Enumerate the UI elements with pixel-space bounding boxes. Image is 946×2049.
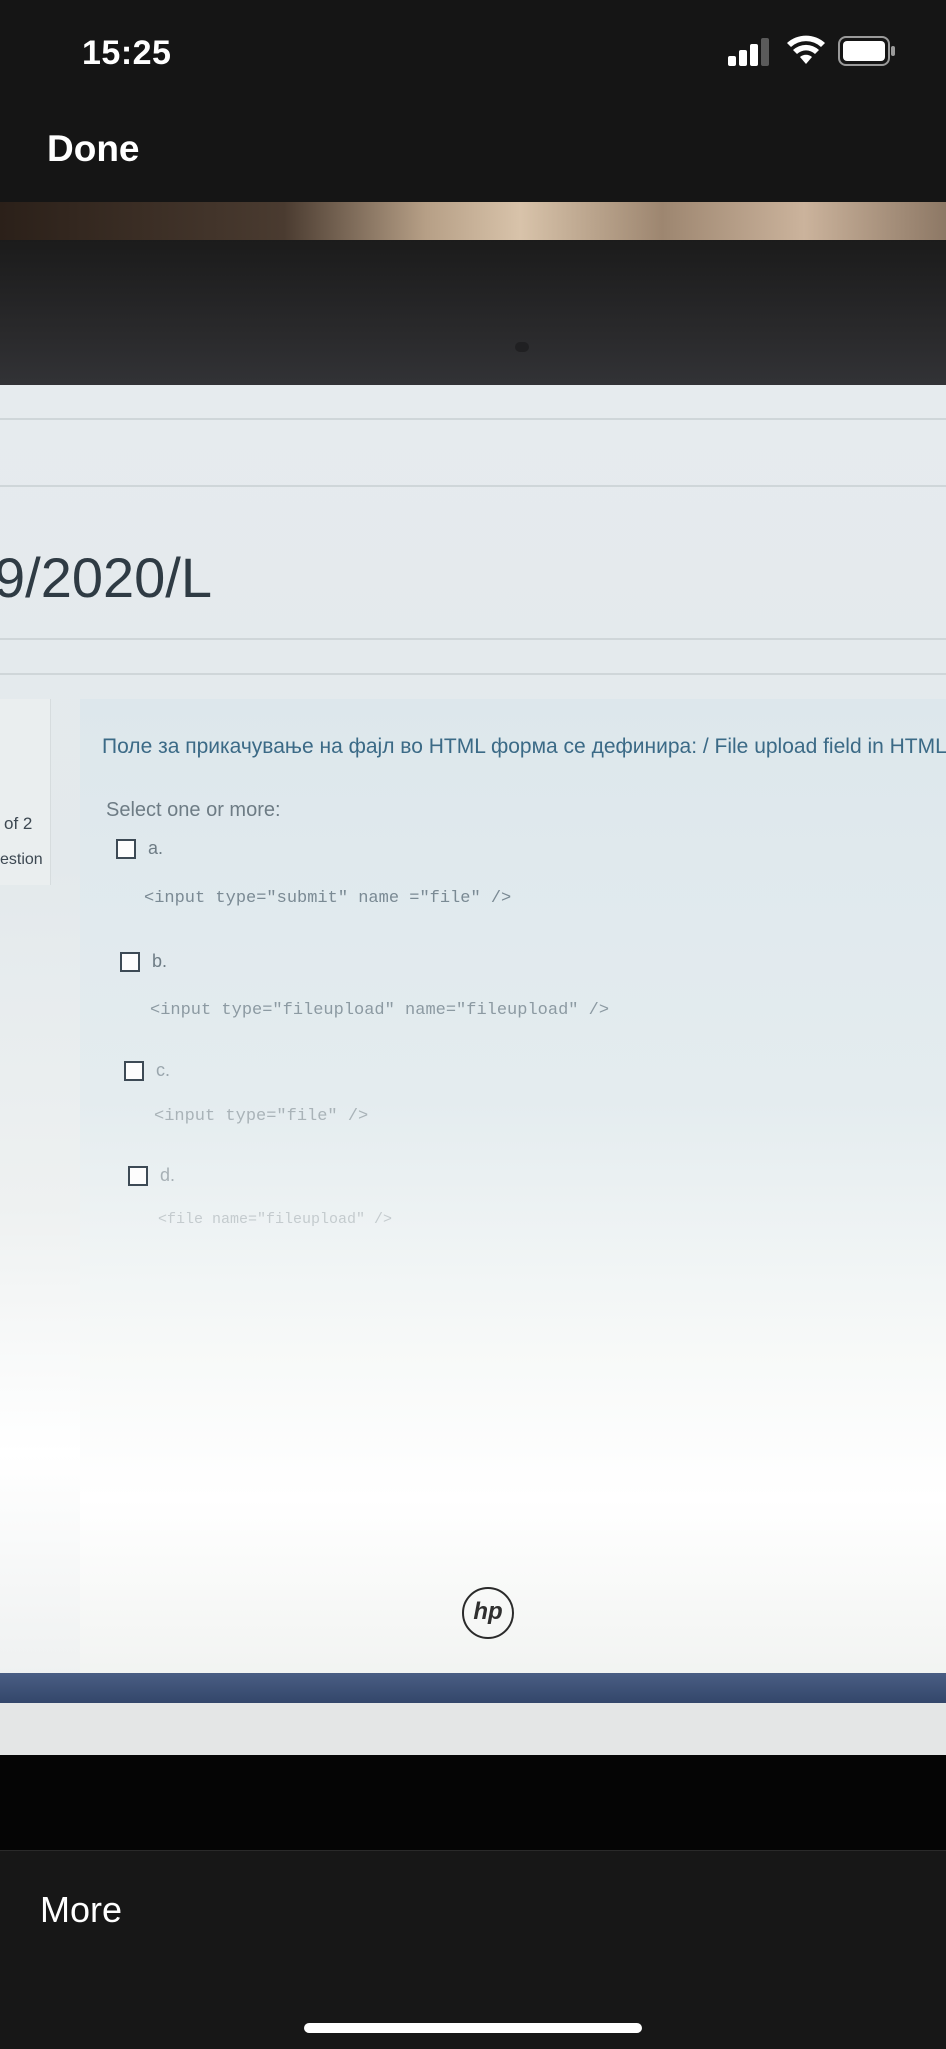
photo-viewer[interactable]: 9/2020/L of 2 estion Поле за прикачување… [0,202,946,1850]
option-d-letter: d. [160,1165,176,1185]
home-indicator[interactable] [304,2023,642,2033]
photo-background-wall [0,202,946,242]
divider [0,418,946,420]
bottom-toolbar: More [0,1850,946,2049]
question-text: Поле за прикачување на фајл во HTML форм… [102,735,946,758]
option-b-code: <input type="fileupload" name="fileuploa… [150,1001,610,1020]
wifi-icon [787,35,825,64]
signal-icon [728,38,769,66]
option-c-letter: c. [156,1060,171,1080]
question-panel: Поле за прикачување на фајл во HTML форм… [80,699,946,1699]
question-page-count: of 2 [4,814,33,833]
option-d-checkbox[interactable] [128,1166,148,1186]
option-c-code: <input type="file" /> [154,1107,369,1126]
done-button[interactable]: Done [47,128,140,170]
select-hint: Select one or more: [106,799,281,821]
option-a-letter: a. [148,838,164,858]
laptop-bezel [0,240,946,400]
more-button[interactable]: More [40,1889,122,1931]
course-title: 9/2020/L [0,546,212,609]
status-bar: 15:25 [0,0,946,100]
option-a-checkbox[interactable] [116,839,136,859]
divider [0,673,946,675]
status-time: 15:25 [82,34,172,72]
option-c-checkbox[interactable] [124,1061,144,1081]
hp-logo: hp [462,1587,514,1639]
flag-question-link: estion [0,851,43,868]
top-navigation-bar: Done [0,100,946,202]
laptop-screen: 9/2020/L of 2 estion Поле за прикачување… [0,385,946,1755]
option-d-code: <file name="fileupload" /> [158,1211,393,1228]
screen-bottom-edge [0,1703,946,1755]
option-b-checkbox[interactable] [120,952,140,972]
divider [0,485,946,487]
webcam-icon [515,342,529,352]
battery-icon [838,36,895,66]
taskbar [0,1673,946,1703]
option-a-code: <input type="submit" name ="file" /> [144,889,512,908]
option-b-letter: b. [152,951,168,971]
divider [0,638,946,640]
